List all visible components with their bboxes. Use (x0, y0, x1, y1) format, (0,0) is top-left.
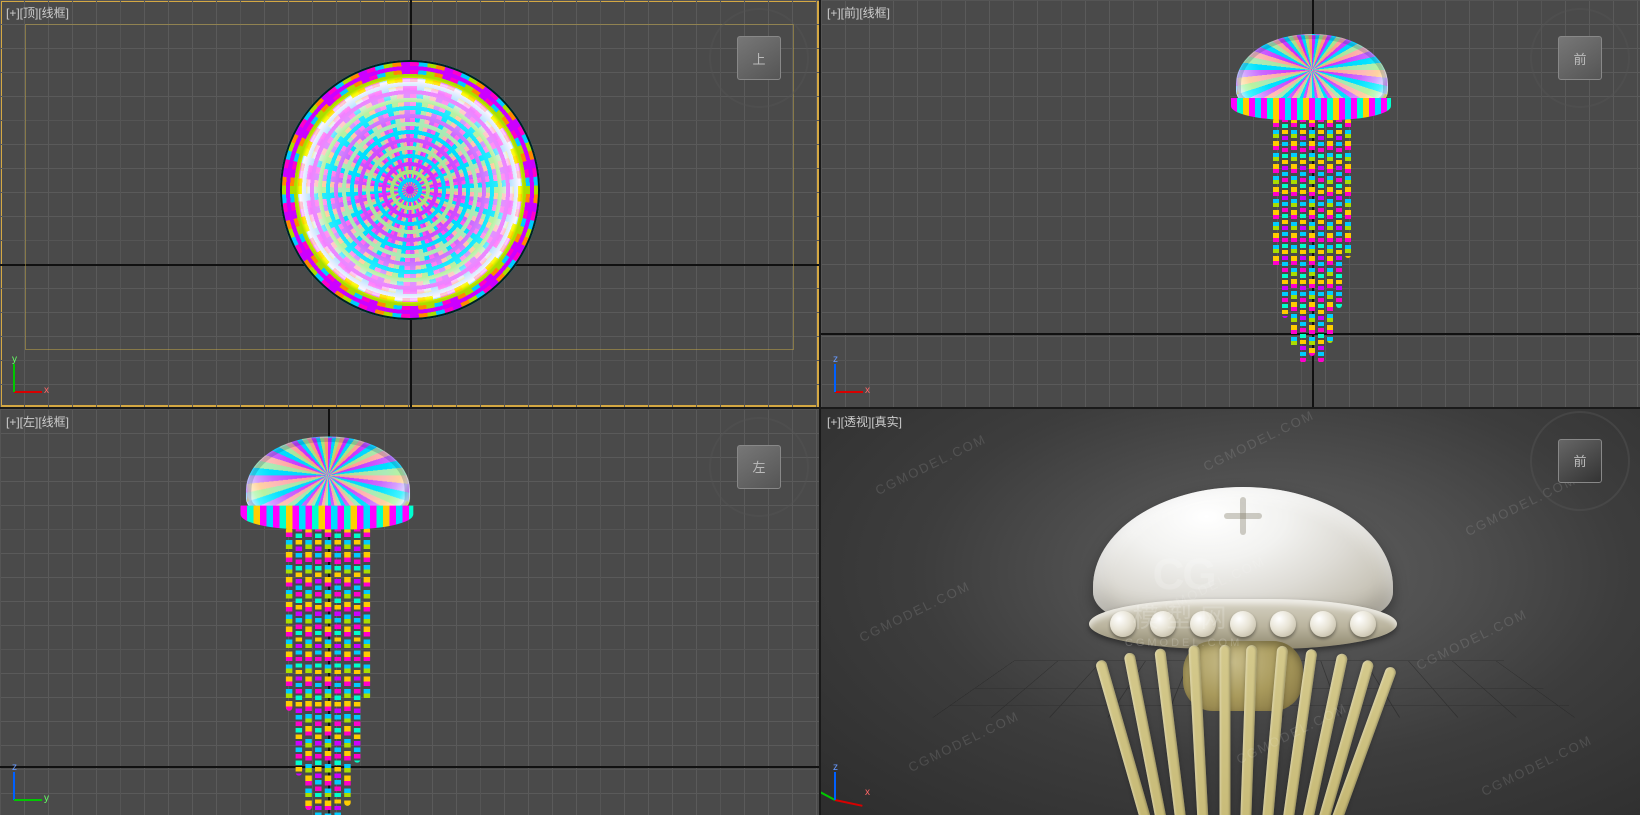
axis-gizmo[interactable]: y z (14, 755, 60, 801)
axis-gizmo[interactable]: x z (835, 755, 881, 801)
viewport-grid: [+][顶][线框] 上 x y [+][前][线框] 前 (0, 0, 1640, 815)
viewport-label[interactable]: [+][透视][真实] (827, 413, 902, 430)
viewport-label[interactable]: [+][顶][线框] (6, 4, 69, 21)
viewcube[interactable]: 前 (1548, 429, 1612, 493)
model-jellyfish-shaded[interactable] (1093, 487, 1393, 622)
viewport-left[interactable]: [+][左][线框] 左 y z (0, 409, 819, 815)
axis-gizmo[interactable]: x z (835, 347, 881, 393)
viewcube[interactable]: 前 (1548, 26, 1612, 90)
viewcube[interactable]: 左 (727, 435, 791, 499)
axis-line-h (821, 333, 1640, 335)
model-jellyfish-wireframe[interactable] (246, 436, 410, 815)
viewport-front[interactable]: [+][前][线框] 前 x z (821, 0, 1640, 407)
model-jellyfish-wireframe[interactable] (1236, 34, 1388, 363)
model-jellyfish-topview[interactable] (280, 60, 540, 320)
viewport-top[interactable]: [+][顶][线框] 上 x y (0, 0, 819, 407)
grid-background (821, 0, 1640, 407)
viewcube[interactable]: 上 (727, 26, 791, 90)
viewport-perspective[interactable]: [+][透视][真实] 前 CG 模型网 CGMODEL.COM CGM (821, 409, 1640, 815)
viewport-label[interactable]: [+][前][线框] (827, 4, 890, 21)
axis-gizmo[interactable]: x y (14, 347, 60, 393)
viewport-label[interactable]: [+][左][线框] (6, 413, 69, 430)
